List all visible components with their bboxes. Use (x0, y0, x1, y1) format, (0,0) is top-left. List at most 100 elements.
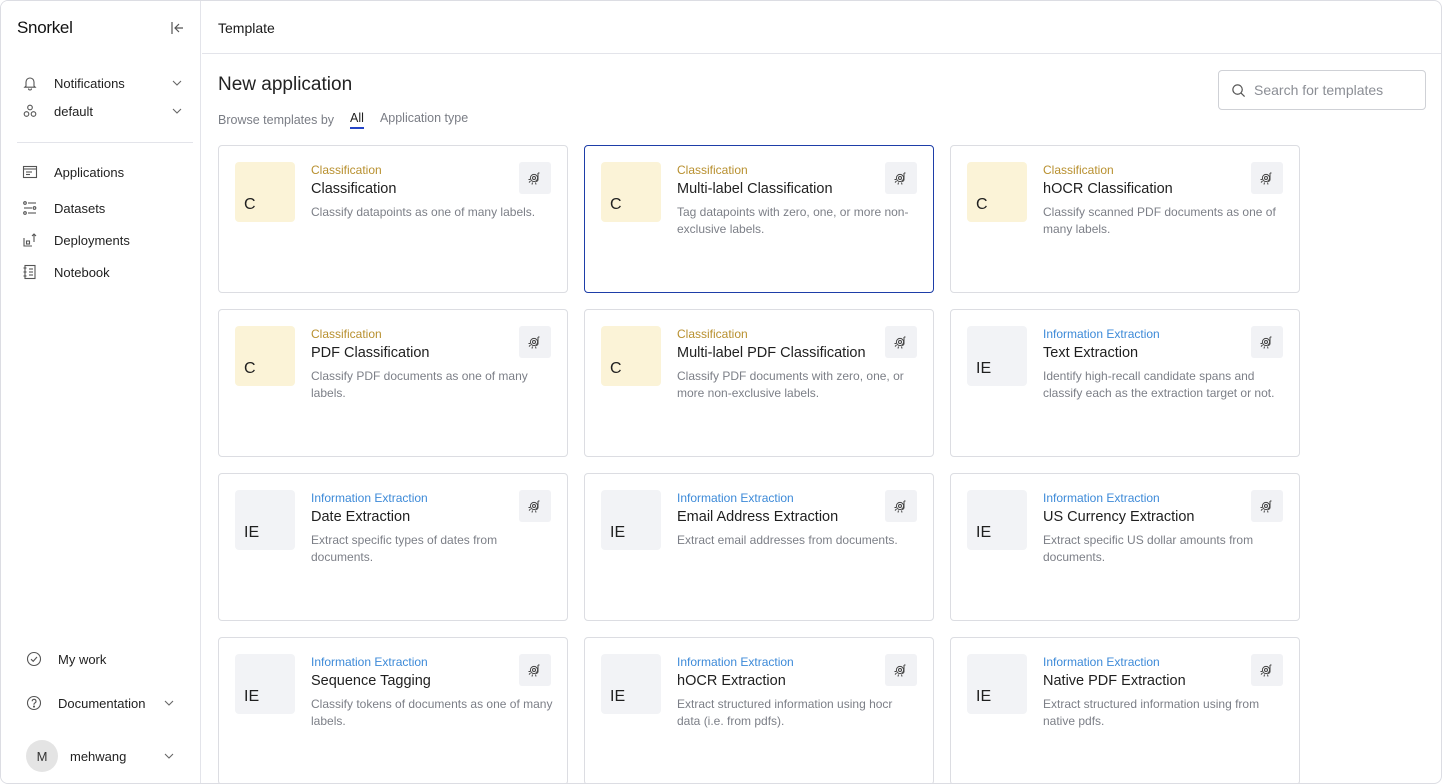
bell-icon (21, 74, 39, 92)
sidebar-item-label: Documentation (58, 695, 146, 711)
user-name: mehwang (70, 748, 127, 764)
sidebar-divider (17, 142, 193, 143)
collapse-sidebar-icon[interactable] (169, 20, 185, 36)
template-type: Information Extraction (311, 655, 428, 669)
sidebar-item-my-work[interactable]: My work (25, 648, 191, 670)
tab-application-type[interactable]: Application type (380, 111, 468, 129)
template-badge: C (601, 326, 661, 386)
search-box[interactable] (1218, 70, 1426, 110)
template-card[interactable]: C Classification Multi-label Classificat… (584, 145, 934, 293)
user-menu[interactable]: M mehwang (26, 740, 179, 772)
template-card[interactable]: C Classification Classification Classify… (218, 145, 568, 293)
template-type: Information Extraction (677, 491, 794, 505)
app-window: Snorkel Notifications default Applicatio… (0, 0, 1442, 784)
template-type: Classification (677, 163, 748, 177)
template-card[interactable]: C Classification Multi-label PDF Classif… (584, 309, 934, 457)
template-grid: C Classification Classification Classify… (218, 145, 1300, 783)
notebook-icon (21, 263, 39, 281)
template-card[interactable]: C Classification hOCR Classification Cla… (950, 145, 1300, 293)
template-name: hOCR Extraction (677, 673, 786, 689)
search-input[interactable] (1254, 82, 1424, 98)
template-name: hOCR Classification (1043, 181, 1173, 197)
tab-all[interactable]: All (350, 111, 364, 129)
template-badge: IE (967, 326, 1027, 386)
sidebar-item-datasets[interactable]: Datasets (21, 197, 187, 219)
browse-label: Browse templates by (218, 113, 335, 127)
template-type: Classification (677, 327, 748, 341)
template-badge: IE (967, 654, 1027, 714)
template-type: Classification (1043, 163, 1114, 177)
template-type: Information Extraction (1043, 327, 1160, 341)
template-description: Extract email addresses from documents. (677, 533, 898, 547)
check-circle-icon (25, 650, 43, 668)
page-title: New application (218, 74, 353, 95)
template-description: Extract structured information using hoc… (677, 697, 893, 728)
template-card[interactable]: IE Information Extraction Sequence Taggi… (218, 637, 568, 783)
template-badge: IE (967, 490, 1027, 550)
sidebar-item-notifications[interactable]: Notifications (21, 72, 187, 94)
snorkel-mascot-icon (519, 490, 551, 522)
sidebar: Snorkel Notifications default Applicatio… (1, 1, 201, 783)
sidebar-item-label: Notifications (54, 75, 125, 91)
applications-icon (21, 163, 39, 181)
chevron-down-icon (164, 753, 174, 759)
snorkel-mascot-icon (1251, 654, 1283, 686)
template-name: Classification (311, 181, 397, 197)
template-type: Information Extraction (311, 491, 428, 505)
template-badge: IE (235, 490, 295, 550)
template-badge: C (235, 162, 295, 222)
template-description: Extract specific US dollar amounts from … (1043, 533, 1254, 564)
workspace-icon (21, 102, 39, 120)
template-description: Extract structured information using fro… (1043, 697, 1260, 728)
chevron-down-icon (172, 108, 182, 114)
sidebar-item-documentation[interactable]: Documentation (25, 692, 179, 714)
template-description: Classify scanned PDF documents as one of… (1043, 205, 1276, 236)
template-name: Sequence Tagging (311, 673, 431, 689)
template-name: Text Extraction (1043, 345, 1139, 361)
template-badge: C (967, 162, 1027, 222)
search-icon (1232, 83, 1246, 97)
template-card[interactable]: IE Information Extraction Text Extractio… (950, 309, 1300, 457)
datasets-icon (21, 199, 39, 217)
template-card[interactable]: C Classification PDF Classification Clas… (218, 309, 568, 457)
browse-tabs: Browse templates by All Application type (218, 111, 468, 129)
snorkel-mascot-icon (519, 162, 551, 194)
chevron-down-icon (172, 80, 182, 86)
deployments-icon (21, 231, 39, 249)
template-name: US Currency Extraction (1043, 509, 1195, 525)
template-description: Classify tokens of documents as one of m… (311, 697, 553, 728)
sidebar-item-notebook[interactable]: Notebook (21, 261, 187, 283)
template-description: Extract specific types of dates from doc… (311, 533, 498, 564)
template-name: Multi-label PDF Classification (677, 345, 866, 361)
sidebar-item-deployments[interactable]: Deployments (21, 229, 187, 251)
template-name: Native PDF Extraction (1043, 673, 1186, 689)
template-card[interactable]: IE Information Extraction hOCR Extractio… (584, 637, 934, 783)
template-name: Email Address Extraction (677, 509, 839, 525)
template-description: Classify datapoints as one of many label… (311, 205, 536, 219)
template-badge: IE (601, 654, 661, 714)
template-name: Date Extraction (311, 509, 411, 525)
template-badge: IE (601, 490, 661, 550)
template-card[interactable]: IE Information Extraction US Currency Ex… (950, 473, 1300, 621)
snorkel-mascot-icon (885, 654, 917, 686)
snorkel-mascot-icon (1251, 162, 1283, 194)
template-type: Information Extraction (1043, 655, 1160, 669)
sidebar-item-label: default (54, 103, 94, 119)
snorkel-mascot-icon (1251, 490, 1283, 522)
snorkel-mascot-icon (885, 326, 917, 358)
template-name: PDF Classification (311, 345, 430, 361)
sidebar-item-label: Datasets (54, 200, 106, 216)
template-type: Information Extraction (677, 655, 794, 669)
top-bar: Template (202, 1, 1441, 54)
snorkel-logo[interactable]: Snorkel (17, 18, 73, 38)
template-card[interactable]: IE Information Extraction Date Extractio… (218, 473, 568, 621)
chevron-down-icon (164, 700, 174, 706)
template-description: Classify PDF documents with zero, one, o… (677, 369, 904, 400)
template-badge: C (601, 162, 661, 222)
sidebar-item-workspace[interactable]: default (21, 100, 187, 122)
template-card[interactable]: IE Information Extraction Native PDF Ext… (950, 637, 1300, 783)
sidebar-item-label: Applications (54, 164, 125, 180)
template-description: Classify PDF documents as one of many la… (311, 369, 528, 400)
sidebar-item-applications[interactable]: Applications (21, 161, 187, 183)
template-card[interactable]: IE Information Extraction Email Address … (584, 473, 934, 621)
